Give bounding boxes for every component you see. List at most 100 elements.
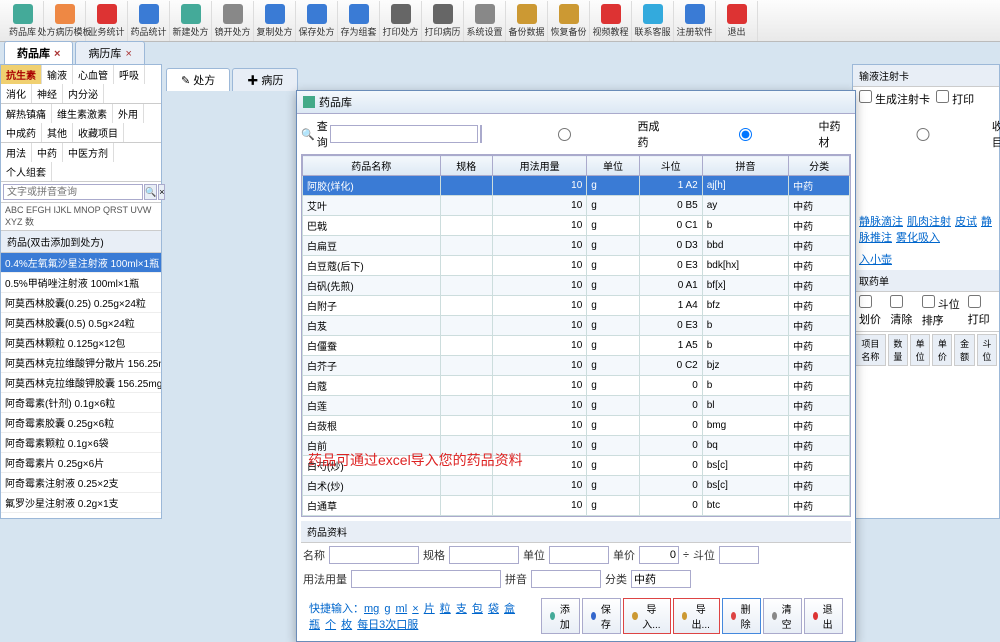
grid-row[interactable]: 白蔹根10g0 bmg中药	[303, 416, 850, 436]
toolbar-2[interactable]: 业务统计	[86, 1, 128, 41]
quick-link[interactable]: ml	[396, 603, 408, 615]
quick-link[interactable]: 每日3次口服	[357, 619, 418, 631]
cat-tab[interactable]: 中成药	[1, 123, 42, 142]
cat-tab[interactable]: 个人组套	[1, 162, 52, 181]
cat-tab[interactable]: 输液	[42, 65, 73, 84]
grid-row[interactable]: 白矾(先煎)10g0 A1bf[x]中药	[303, 276, 850, 296]
toolbar-4[interactable]: 新建处方	[170, 1, 212, 41]
toolbar-13[interactable]: 恢复备份	[548, 1, 590, 41]
unit-input[interactable]	[549, 546, 609, 564]
grid-col[interactable]: 斗位	[639, 156, 702, 176]
cat-tab[interactable]: 内分泌	[63, 84, 104, 103]
link-rukettle[interactable]: 入小壶	[859, 254, 892, 266]
quick-link[interactable]: 粒	[440, 603, 451, 615]
action-添加[interactable]: 添加	[541, 598, 580, 634]
drug-item[interactable]: 阿莫西林颗粒 0.125g×12包	[1, 333, 161, 353]
toolbar-7[interactable]: 保存处方	[296, 1, 338, 41]
drug-item[interactable]: 阿莫西林克拉维酸钾胶囊 156.25mg×12粒	[1, 373, 161, 393]
tab-drug-store[interactable]: 药品库×	[4, 41, 73, 64]
name-input[interactable]	[329, 546, 419, 564]
grid-row[interactable]: 白扁豆10g0 D3bbd中药	[303, 236, 850, 256]
gen-card-checkbox[interactable]: 生成注射卡	[859, 90, 930, 107]
cat-tab[interactable]: 呼吸	[114, 65, 145, 84]
price-input[interactable]	[639, 546, 679, 564]
cat-tab[interactable]: 其他	[42, 123, 73, 142]
action-退出[interactable]: 退出	[804, 598, 843, 634]
usage-input[interactable]	[351, 570, 501, 588]
pickup-opt[interactable]: 打印	[968, 295, 993, 328]
drug-item[interactable]: 阿奇霉素颗粒 0.1g×6袋	[1, 433, 161, 453]
grid-row[interactable]: 白附子10g1 A4bfz中药	[303, 296, 850, 316]
cat-input[interactable]	[631, 570, 691, 588]
drug-search-input[interactable]	[3, 184, 143, 200]
cat-tab[interactable]: 消化	[1, 84, 32, 103]
cat-tab[interactable]: 神经	[32, 84, 63, 103]
filter-radio[interactable]: 收费项目	[856, 118, 1000, 150]
quick-link[interactable]: 盒	[504, 603, 515, 615]
pos-input[interactable]	[719, 546, 759, 564]
grid-col[interactable]: 规格	[440, 156, 492, 176]
quick-link[interactable]: 包	[472, 603, 483, 615]
grid-row[interactable]: 白术(炒)10g0 bs[c]中药	[303, 476, 850, 496]
drug-item[interactable]: 氟罗沙星注射液 0.2g×1支	[1, 493, 161, 513]
toolbar-12[interactable]: 备份数据	[506, 1, 548, 41]
quick-link[interactable]: 片	[424, 603, 435, 615]
toolbar-6[interactable]: 复制处方	[254, 1, 296, 41]
cat-tab[interactable]: 抗生素	[1, 65, 42, 84]
inj-link[interactable]: 静脉滴注	[859, 216, 903, 228]
cat-tab[interactable]: 外用	[113, 104, 144, 123]
quick-link[interactable]: 瓶	[309, 619, 320, 631]
close-icon[interactable]: ×	[125, 48, 131, 60]
drug-item[interactable]: 阿奇霉素(针剂) 0.1g×6粒	[1, 393, 161, 413]
toolbar-14[interactable]: 视频教程	[590, 1, 632, 41]
toolbar-11[interactable]: 系统设置	[464, 1, 506, 41]
search-btn[interactable]: 🔍	[144, 184, 157, 200]
grid-row[interactable]: 阿胶(烊化)10g1 A2aj[h]中药	[303, 176, 850, 196]
action-清空[interactable]: 清空	[763, 598, 802, 634]
modal-search-input[interactable]	[330, 125, 478, 143]
cat-tab[interactable]: 中医方剂	[63, 143, 114, 162]
action-删除[interactable]: 删除	[722, 598, 761, 634]
quick-link[interactable]: 袋	[488, 603, 499, 615]
grid-col[interactable]: 拼音	[702, 156, 788, 176]
toolbar-3[interactable]: 药品统计	[128, 1, 170, 41]
drug-item[interactable]: 阿莫西林胶囊(0.5) 0.5g×24粒	[1, 313, 161, 333]
quick-link[interactable]: g	[384, 603, 390, 615]
toolbar-10[interactable]: 打印病历	[422, 1, 464, 41]
grid-row[interactable]: 白豆蔻(后下)10g0 E3bdk[hx]中药	[303, 256, 850, 276]
toolbar-8[interactable]: 存为组套	[338, 1, 380, 41]
drug-item[interactable]: 阿奇霉素胶囊 0.25g×6粒	[1, 413, 161, 433]
grid-row[interactable]: 白僵蚕10g1 A5b中药	[303, 336, 850, 356]
grid-row[interactable]: 白莲10g0 bl中药	[303, 396, 850, 416]
drug-item[interactable]: 0.5%甲硝唑注射液 100ml×1瓶	[1, 273, 161, 293]
grid-col[interactable]: 单位	[587, 156, 639, 176]
quick-link[interactable]: 个	[325, 619, 336, 631]
print-checkbox[interactable]: 打印	[936, 90, 974, 107]
cat-tab[interactable]: 解热镇痛	[1, 104, 52, 123]
drug-item[interactable]: 阿莫西林克拉维酸钾分散片 156.25mg×18片	[1, 353, 161, 373]
tab-record-store[interactable]: 病历库×	[75, 41, 144, 64]
toolbar-17[interactable]: 退出	[716, 1, 758, 41]
cat-tab[interactable]: 用法	[1, 143, 32, 162]
grid-row[interactable]: 白蔻10g0 b中药	[303, 376, 850, 396]
pickup-opt[interactable]: 划价	[859, 295, 884, 328]
action-保存[interactable]: 保存	[582, 598, 621, 634]
inj-link[interactable]: 肌肉注射	[907, 216, 951, 228]
pickup-opt[interactable]: 斗位排序	[922, 295, 962, 328]
spec-input[interactable]	[449, 546, 519, 564]
tab-medical-record[interactable]: ✚ 病历	[232, 68, 298, 91]
drug-item[interactable]: 红霉素肠溶片 125mg×24片	[1, 513, 161, 518]
drug-item[interactable]: 阿莫西林胶囊(0.25) 0.25g×24粒	[1, 293, 161, 313]
toolbar-9[interactable]: 打印处方	[380, 1, 422, 41]
cat-tab[interactable]: 维生素激素	[52, 104, 113, 123]
toolbar-5[interactable]: 镜开处方	[212, 1, 254, 41]
cat-tab[interactable]: 收藏项目	[73, 123, 124, 142]
grid-row[interactable]: 巴戟10g0 C1b中药	[303, 216, 850, 236]
toolbar-16[interactable]: 注册软件	[674, 1, 716, 41]
drug-item[interactable]: 0.4%左氧氟沙星注射液 100ml×1瓶	[1, 253, 161, 273]
grid-row[interactable]: 白芥子10g0 C2bjz中药	[303, 356, 850, 376]
filter-radio[interactable]: 西成药	[494, 118, 667, 150]
toolbar-15[interactable]: 联系客服	[632, 1, 674, 41]
tab-prescription[interactable]: ✎ 处方	[166, 68, 230, 91]
quick-link[interactable]: mg	[364, 603, 379, 615]
